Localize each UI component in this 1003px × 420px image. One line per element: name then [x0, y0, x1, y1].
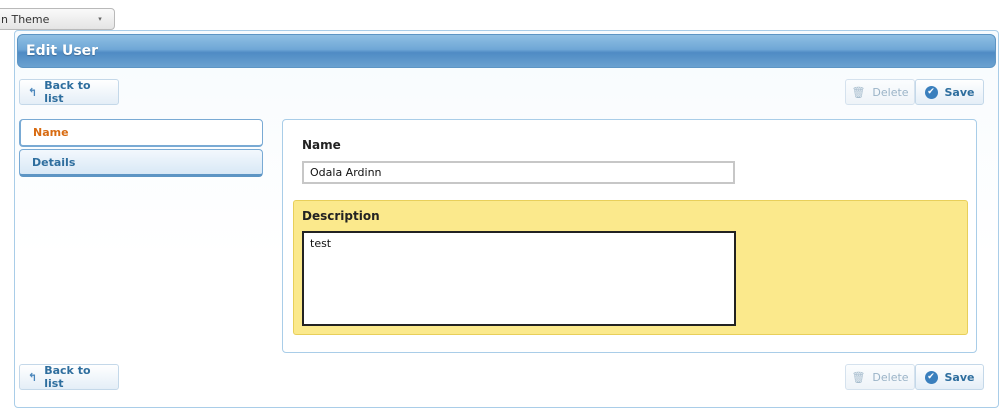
theme-switcher[interactable]: n Theme ▾: [0, 8, 115, 30]
tab-name-label: Name: [33, 126, 69, 139]
back-to-list-label: Back to list: [44, 79, 91, 105]
delete-button-top[interactable]: 🗑 Delete: [845, 79, 915, 105]
tab-details-label: Details: [32, 155, 76, 169]
check-circle-icon: ✔: [924, 370, 938, 384]
panel-header: Edit User: [17, 34, 996, 68]
page-title: Edit User: [26, 43, 99, 59]
name-input[interactable]: [302, 161, 735, 184]
back-to-list-button-top[interactable]: ↰ Back to list: [19, 79, 119, 105]
trash-icon: 🗑: [851, 370, 866, 384]
save-button-bottom[interactable]: ✔ Save: [915, 364, 984, 390]
delete-label: Delete: [872, 85, 909, 99]
back-to-list-button-bottom[interactable]: ↰ Back to list: [19, 364, 119, 390]
description-section: Description test: [293, 200, 968, 335]
save-button-top[interactable]: ✔ Save: [915, 79, 984, 105]
back-arrow-icon: ↰: [28, 85, 38, 99]
tab-list: Name Details: [19, 119, 263, 179]
trash-icon: 🗑: [851, 85, 866, 99]
save-label: Save: [944, 85, 975, 99]
back-to-list-label: Back to list: [44, 364, 91, 390]
back-arrow-icon: ↰: [28, 370, 38, 384]
edit-user-panel: Edit User ↰ Back to list 🗑 Delete ✔ Save…: [14, 30, 999, 408]
delete-label: Delete: [872, 370, 909, 384]
tab-content: Name Description test: [282, 119, 977, 353]
delete-button-bottom[interactable]: 🗑 Delete: [845, 364, 915, 390]
save-label: Save: [944, 370, 975, 384]
tab-details[interactable]: Details: [19, 149, 263, 177]
name-field-label: Name: [302, 138, 341, 152]
tab-name[interactable]: Name: [19, 119, 263, 147]
description-field-label: Description: [302, 209, 380, 223]
check-circle-icon: ✔: [924, 85, 938, 99]
description-textarea[interactable]: test: [302, 231, 736, 326]
chevron-down-icon: ▾: [98, 15, 102, 23]
theme-switcher-label: n Theme: [1, 12, 50, 26]
